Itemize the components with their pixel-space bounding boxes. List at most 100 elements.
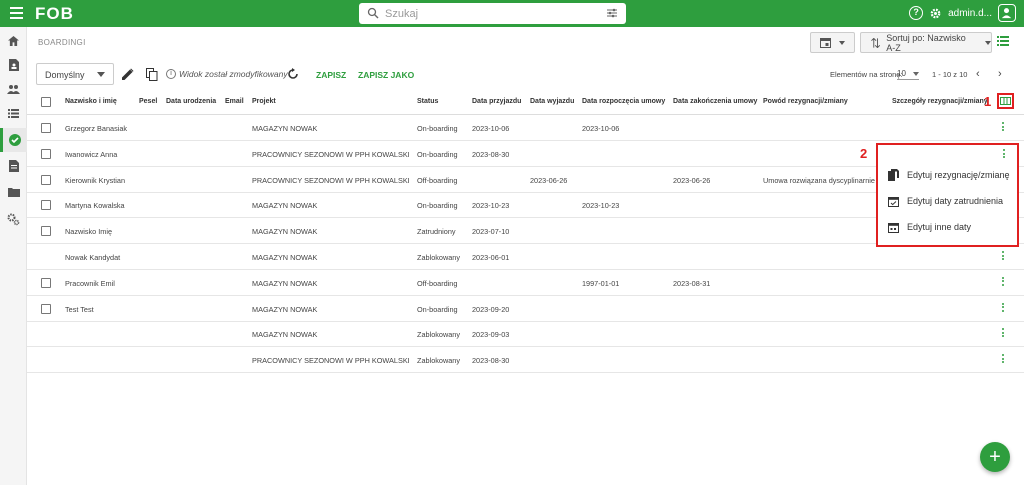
header-contract-end[interactable]: Data zakończenia umowy [673,98,757,105]
chevron-down-icon [913,72,919,76]
kebab-menu-icon[interactable] [1002,328,1005,339]
sort-icon [871,37,881,48]
list-view-icon[interactable] [997,36,1009,46]
row-checkbox[interactable] [41,226,51,237]
gear-icon[interactable] [929,7,942,20]
header-departure[interactable]: Data wyjazdu [530,98,574,105]
kebab-menu-icon[interactable] [1002,122,1005,133]
table-row[interactable]: Grzegorz Banasiak MAGAZYN NOWAK On-boardin… [27,115,1024,141]
add-button[interactable]: + [980,442,1010,472]
sidebar-item-boardings[interactable] [0,128,27,152]
app-logo[interactable]: FOB [35,4,74,24]
table-row[interactable]: Nazwisko Imię MAGAZYN NOWAK Zatrudniony 202… [27,218,1024,245]
cell-arrival-date: 2023-08-30 [472,356,510,366]
annotation-marker-1: 1 [984,94,992,109]
sidebar-item-folders[interactable] [0,180,27,204]
sidebar-item-reports[interactable] [0,154,27,178]
check-circle-icon [9,134,21,146]
cell-project: MAGAZYN NOWAK [252,304,318,314]
view-select[interactable]: Domyślny [36,63,114,85]
settings-icon [7,213,20,225]
annotation-marker-2: 2 [860,146,868,161]
table-row[interactable]: Iwanowicz Anna PRACOWNICY SEZONOWI W PPH … [27,141,1024,167]
menu-item-edit-employment-dates[interactable]: Edytuj daty zatrudnienia [888,191,1016,211]
cell-status: Off-boarding [417,278,458,288]
copy-document-icon [888,169,899,181]
sidebar-item-people[interactable] [0,77,27,101]
cell-status: Zablokowany [417,253,460,262]
row-checkbox[interactable] [41,174,51,185]
header-contract-start[interactable]: Data rozpoczęcia umowy [582,98,665,105]
cell-status: Off-boarding [417,175,458,185]
edit-pencil-icon[interactable] [122,68,134,80]
table-row[interactable]: Test Test MAGAZYN NOWAK On-boarding 2023-09… [27,296,1024,322]
help-icon[interactable]: ? [909,6,924,20]
page-size-select[interactable]: 10 [897,69,919,80]
cell-arrival-date: 2023-10-23 [472,201,510,211]
sidebar-item-documents[interactable] [0,53,27,77]
sidebar-item-home[interactable] [0,29,27,53]
cell-contract-start: 2023-10-23 [582,201,620,211]
header-arrival[interactable]: Data przyjazdu [472,98,521,105]
table-row[interactable]: MAGAZYN NOWAK Zablokowany 2023-09-03 [27,321,1024,348]
row-context-menu: Edytuj rezygnację/zmianę Edytuj daty zat… [876,143,1019,247]
cell-departure-date: 2023-06-26 [530,175,568,185]
row-checkbox[interactable] [41,303,51,314]
user-name[interactable]: admin.d... [948,8,992,19]
filter-icon[interactable] [606,7,618,19]
save-as-button[interactable]: ZAPISZ JAKO [358,70,414,80]
sidebar [0,27,27,485]
row-checkbox[interactable] [41,148,51,159]
table-row[interactable]: Kierownik Krystian PRACOWNICY SEZONOWI W … [27,167,1024,193]
kebab-menu-icon[interactable] [1002,302,1005,314]
header-status[interactable]: Status [417,98,438,105]
table-row[interactable]: Nowak Kandydat MAGAZYN NOWAK Zablokowany 20… [27,244,1024,270]
row-checkbox[interactable] [41,123,51,133]
kebab-menu-icon[interactable] [1002,354,1005,365]
sidebar-item-list[interactable] [0,101,27,125]
kebab-menu-icon[interactable] [1002,276,1005,288]
header-birth-date[interactable]: Data urodzenia [166,98,216,105]
sort-button[interactable]: Sortuj po: Nazwisko A-Z [860,32,992,53]
save-button[interactable]: ZAPISZ [316,70,346,80]
cell-project: MAGAZYN NOWAK [252,330,318,340]
chevron-down-icon [985,40,991,45]
search-input[interactable]: Szukaj [359,3,626,24]
user-avatar-icon[interactable] [998,4,1016,22]
view-modified-text: Widok został zmodyfikowany [179,69,288,79]
table-row[interactable]: PRACOWNICY SEZONOWI W PPH KOWALSKI Zablok… [27,347,1024,374]
row-checkbox[interactable] [41,277,51,288]
date-filter-button[interactable] [810,32,855,53]
header-project[interactable]: Projekt [252,98,276,105]
cell-name: Test Test [65,304,94,314]
cell-project: MAGAZYN NOWAK [252,253,318,262]
cell-name: Kierownik Krystian [65,175,126,185]
header-reason[interactable]: Powód rezygnacji/zmiany [763,98,848,105]
columns-button[interactable] [997,93,1014,109]
select-all-checkbox[interactable] [41,97,51,107]
header-name[interactable]: Nazwisko i imię [65,98,117,105]
cell-arrival-date: 2023-09-03 [472,330,510,340]
header-details[interactable]: Szczegóły rezygnacji/zmiany [892,98,988,105]
cell-contract-start: 1997-01-01 [582,278,620,288]
cell-status: On-boarding [417,304,458,314]
kebab-menu-icon[interactable] [1003,149,1006,160]
sidebar-item-settings[interactable] [0,207,27,231]
menu-icon[interactable] [10,7,23,19]
cell-status: Zablokowany [417,330,460,340]
page-size-value: 10 [897,69,906,78]
table-row[interactable]: Martyna Kowalska MAGAZYN NOWAK On-boarding… [27,192,1024,219]
header-email[interactable]: Email [225,98,244,105]
top-bar: FOB Szukaj ? admin.d... [0,0,1024,27]
view-select-value: Domyślny [45,70,85,80]
kebab-menu-icon[interactable] [1002,251,1005,262]
menu-item-edit-other-dates[interactable]: Edytuj inne daty [888,217,1016,237]
menu-item-edit-resignation[interactable]: Edytuj rezygnację/zmianę [888,165,1016,185]
copy-icon[interactable] [146,68,158,81]
reset-icon[interactable] [287,68,299,80]
row-checkbox[interactable] [41,200,51,211]
prev-page-icon[interactable]: ‹ [976,68,980,80]
header-pesel[interactable]: Pesel [139,98,157,105]
table-row[interactable]: Pracownik Emil MAGAZYN NOWAK Off-boarding 1… [27,270,1024,296]
next-page-icon[interactable]: › [998,68,1002,80]
